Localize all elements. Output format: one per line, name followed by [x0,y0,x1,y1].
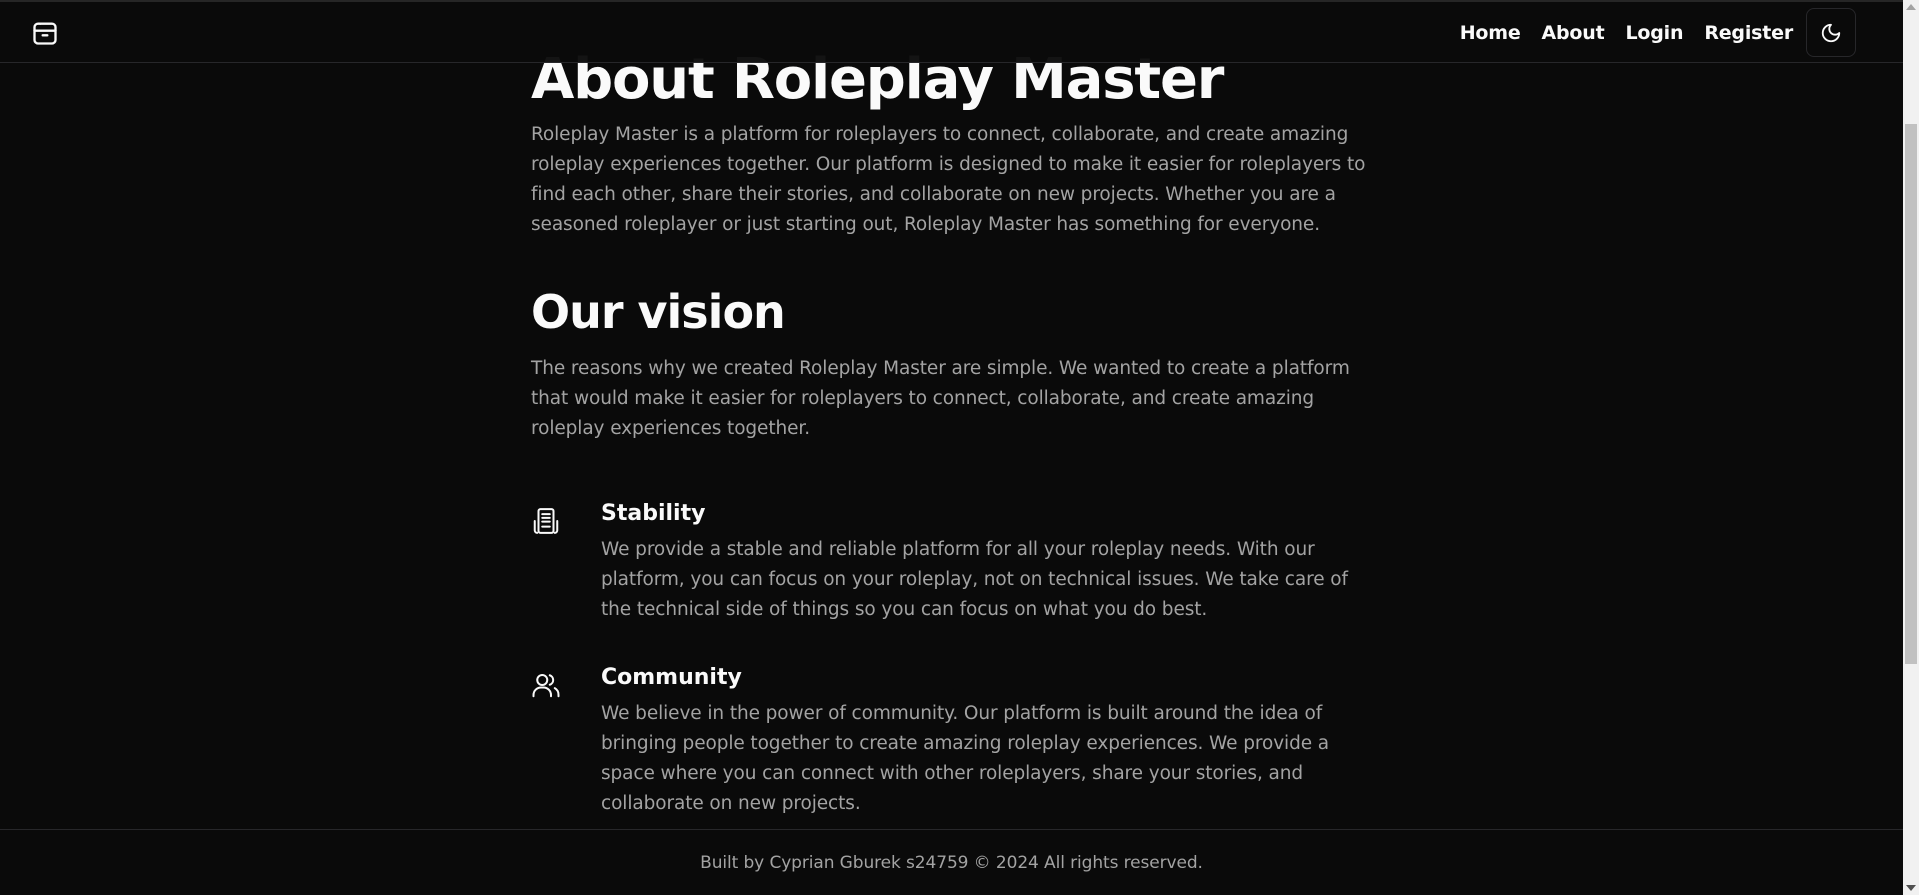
feature-description: We provide a stable and reliable platfor… [601,539,1348,620]
nav-register-link[interactable]: Register [1704,22,1793,44]
site-footer: Built by Cyprian Gburek s24759 © 2024 Al… [0,829,1903,895]
logo-link[interactable] [31,19,59,47]
site-header: Home About Login Register [0,2,1903,63]
feature-title: Stability [601,501,706,526]
feature-community: Community We believe in the power of com… [531,662,1367,819]
nav-about-link[interactable]: About [1542,22,1605,44]
scroll-up-arrow-icon[interactable] [1906,4,1916,10]
main-nav: Home About Login Register [1460,2,1794,63]
feature-title: Community [601,665,742,690]
nav-login-link[interactable]: Login [1626,22,1684,44]
intro-paragraph: Roleplay Master is a platform for rolepl… [531,124,1366,235]
nav-home-link[interactable]: Home [1460,22,1521,44]
vision-heading: Our vision [531,285,786,339]
moon-icon [1821,23,1841,42]
feature-stability: Stability We provide a stable and reliab… [531,498,1367,625]
scroll-thumb[interactable] [1905,124,1917,664]
about-content: About Roleplay Master Roleplay Master is… [531,40,1367,856]
theme-toggle-button[interactable] [1806,8,1856,57]
scroll-down-arrow-icon[interactable] [1906,885,1916,891]
server-icon [533,508,559,534]
feature-list: Stability We provide a stable and reliab… [531,498,1367,819]
footer-copyright: Built by Cyprian Gburek s24759 © 2024 Al… [700,852,1203,873]
package-icon [33,22,57,45]
page-scrollbar[interactable] [1903,0,1919,895]
feature-description: We believe in the power of community. Ou… [601,703,1330,814]
vision-paragraph: The reasons why we created Roleplay Mast… [531,358,1350,439]
users-icon [532,674,560,698]
